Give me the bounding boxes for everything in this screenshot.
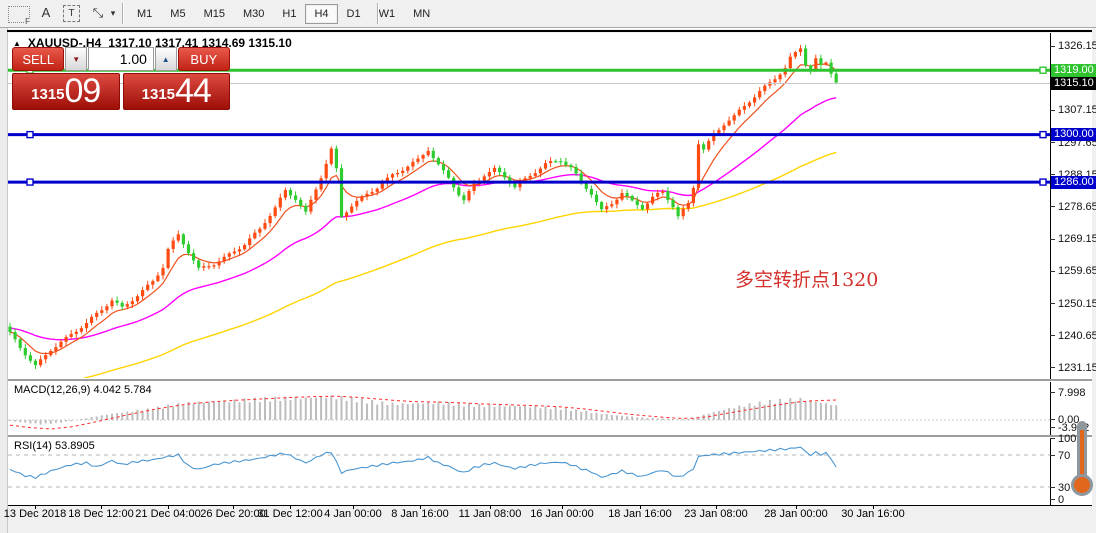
window-left-edge (0, 28, 8, 533)
rsi-scale-tick: 0 (1058, 494, 1065, 506)
rsi-label: RSI(14) 53.8905 (14, 440, 95, 452)
buy-price-small: 1315 (141, 86, 176, 103)
rsi-panel[interactable] (8, 437, 1050, 503)
time-axis-line (8, 505, 1092, 506)
grid-pattern-f-icon[interactable]: F (8, 6, 31, 26)
rsi-scale-tick: 70 (1058, 450, 1071, 462)
line-handle[interactable] (26, 178, 34, 186)
time-tick: 18 Jan 16:00 (608, 508, 672, 520)
time-tick: 31 Dec 12:00 (257, 508, 323, 520)
one-click-trade-panel: SELL ▼ 1.00 ▲ BUY 1315 09 1315 44 (12, 47, 230, 110)
line-handle[interactable] (1039, 130, 1047, 139)
price-tick: 1240.65 (1058, 329, 1096, 342)
price-tick: 1231.15 (1058, 361, 1096, 374)
tf-button-m30[interactable]: M30 (234, 4, 273, 24)
thermometer-icon (1070, 421, 1094, 497)
tf-button-d1[interactable]: D1 (338, 4, 370, 24)
line-handle[interactable] (26, 130, 34, 139)
price-tick: 1326.15 (1058, 40, 1096, 52)
rsi-scale-tick: 30 (1058, 482, 1071, 494)
timeframe-group: M1 M5 M15 M30 H1 H4 D1 W1 MN (128, 2, 439, 25)
panel-separator-rsi[interactable] (8, 435, 1092, 437)
volume-down-button[interactable]: ▼ (65, 47, 88, 71)
moving-averages (9, 63, 837, 378)
volume-input[interactable]: 1.00 (88, 47, 154, 71)
price-badge-1315.10: 1315.10 (1051, 76, 1096, 90)
text-label-icon[interactable]: A (38, 4, 54, 22)
cycle-arrows-icon[interactable]: ⤡ (90, 4, 106, 22)
time-tick: 23 Jan 08:00 (684, 508, 748, 520)
time-tick: 4 Jan 00:00 (324, 508, 382, 520)
rsi-line (9, 446, 837, 480)
macd-scale-tick: 7.998 (1058, 387, 1086, 399)
tf-button-w1[interactable]: W1 (370, 4, 405, 24)
price-badge-1300.00: 1300.00 (1051, 128, 1096, 142)
sell-price-big: 09 (64, 72, 102, 110)
price-badge-1319.00: 1319.00 (1051, 63, 1096, 77)
time-tick: 13 Dec 2018 (3, 508, 67, 520)
dropdown-caret-icon[interactable]: ▾ (108, 4, 118, 22)
tf-button-m5[interactable]: M5 (161, 4, 194, 24)
time-tick: 30 Jan 16:00 (841, 508, 905, 520)
time-tick: 26 Dec 20:00 (200, 508, 266, 520)
price-tick: 1259.65 (1058, 265, 1096, 278)
price-tick: 1269.15 (1058, 233, 1096, 246)
sell-button[interactable]: SELL (12, 47, 65, 71)
price-tick: 1250.15 (1058, 297, 1096, 310)
buy-button[interactable]: BUY (177, 47, 230, 71)
toolbar-separator (377, 3, 378, 24)
time-tick: 21 Dec 04:00 (135, 508, 201, 520)
buy-price-display[interactable]: 1315 44 (122, 72, 230, 110)
time-tick: 8 Jan 16:00 (391, 508, 449, 520)
tf-button-h4[interactable]: H4 (305, 3, 338, 24)
line-handle[interactable] (1039, 66, 1047, 74)
price-tick: 1307.15 (1058, 104, 1096, 117)
text-box-icon[interactable]: T (63, 5, 80, 22)
tf-button-h1[interactable]: H1 (273, 4, 305, 24)
price-badge-1286.00: 1286.00 (1051, 175, 1096, 189)
line-handle[interactable] (1039, 178, 1047, 186)
toolbar: F A T ⤡ ▾ M1 M5 M15 M30 H1 H4 D1 W1 MN (0, 0, 1096, 28)
time-tick: 28 Jan 00:00 (764, 508, 828, 520)
sell-price-display[interactable]: 1315 09 (12, 73, 120, 110)
panel-separator-macd[interactable] (8, 379, 1092, 381)
buy-price-big: 44 (175, 72, 212, 110)
tf-button-m1[interactable]: M1 (128, 4, 161, 24)
macd-label: MACD(12,26,9) 4.042 5.784 (14, 384, 152, 396)
macd-panel[interactable] (8, 381, 1050, 434)
chart-frame-top (7, 30, 1092, 32)
time-tick: 16 Jan 00:00 (530, 508, 594, 520)
toolbar-separator (122, 3, 123, 24)
tf-button-mn[interactable]: MN (404, 4, 439, 24)
time-tick: 18 Dec 12:00 (68, 508, 134, 520)
tf-button-m15[interactable]: M15 (195, 4, 234, 24)
volume-up-button[interactable]: ▲ (154, 47, 177, 71)
price-tick: 1278.65 (1058, 200, 1096, 213)
sell-price-small: 1315 (31, 86, 65, 103)
chart-text-annotation[interactable]: 多空转折点1320 (735, 265, 878, 292)
time-tick: 11 Jan 08:00 (458, 508, 522, 520)
